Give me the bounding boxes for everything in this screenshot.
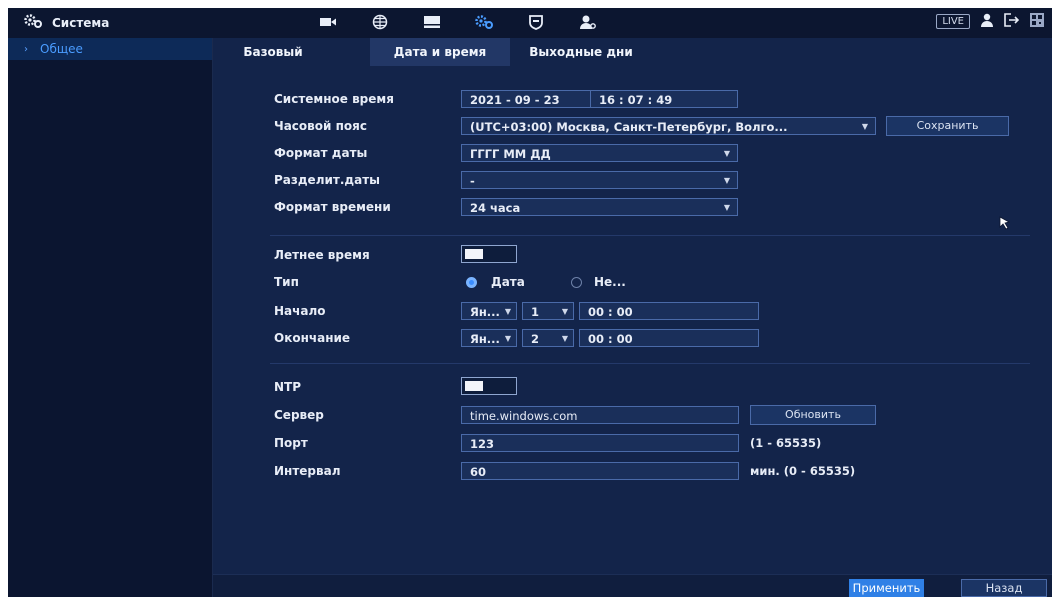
nav-account[interactable] (562, 13, 614, 33)
server-label: Сервер (274, 408, 324, 422)
type-option-date[interactable]: Дата (491, 275, 525, 289)
save-button[interactable]: Сохранить (886, 116, 1009, 136)
gears-icon (24, 14, 42, 31)
mouse-cursor-icon (999, 216, 1011, 233)
port-label: Порт (274, 436, 308, 450)
user-icon[interactable] (980, 13, 994, 30)
nav-storage[interactable] (406, 13, 458, 33)
sidebar-item-label: Общее (40, 42, 83, 56)
back-button[interactable]: Назад (961, 579, 1047, 597)
nav-network[interactable] (354, 13, 406, 33)
brand: Система (24, 14, 109, 31)
end-month-select[interactable]: Ян... ▼ (461, 329, 517, 347)
caret-down-icon: ▼ (561, 307, 568, 316)
caret-down-icon: ▼ (561, 334, 568, 343)
shield-icon (528, 14, 544, 33)
interval-range-hint: мин. (0 - 65535) (750, 464, 856, 478)
timezone-select[interactable]: (UTC+03:00) Москва, Санкт-Петербург, Вол… (461, 117, 876, 135)
port-range-hint: (1 - 65535) (750, 436, 822, 450)
caret-down-icon: ▼ (723, 149, 730, 158)
start-time-field[interactable]: 00 : 00 (579, 302, 759, 320)
nav-system[interactable] (458, 13, 510, 33)
end-month-value: Ян... (470, 332, 500, 346)
storage-icon (423, 15, 441, 32)
end-time-field[interactable]: 00 : 00 (579, 329, 759, 347)
date-separator-value: - (470, 174, 475, 188)
timezone-value: (UTC+03:00) Москва, Санкт-Петербург, Вол… (470, 120, 788, 134)
gears-icon (474, 14, 494, 32)
sidebar: › Общее (8, 38, 213, 597)
start-label: Начало (274, 304, 326, 318)
end-day-value: 2 (531, 332, 540, 346)
toggle-knob (465, 381, 483, 391)
date-format-select[interactable]: ГГГГ ММ ДД ▼ (461, 144, 738, 162)
system-time-label: Системное время (274, 92, 394, 106)
caret-down-icon: ▼ (723, 176, 730, 185)
interval-label: Интервал (274, 464, 341, 478)
page-title: Система (52, 15, 110, 30)
main-content: Базовый Дата и время Выходные дни Систем… (213, 38, 1052, 597)
user-settings-icon (579, 14, 597, 33)
interval-field[interactable]: 60 (461, 462, 739, 480)
nav-camera[interactable] (302, 13, 354, 33)
date-format-value: ГГГГ ММ ДД (470, 147, 551, 161)
top-bar: Система LIVE (8, 8, 1052, 38)
footer: Применить Назад (213, 574, 1052, 597)
top-right-controls: LIVE (936, 13, 1044, 30)
tab-holidays[interactable]: Выходные дни (523, 38, 639, 66)
qr-code-icon[interactable] (1030, 13, 1044, 30)
ntp-label: NTP (274, 380, 302, 394)
globe-icon (372, 14, 388, 33)
end-label: Окончание (274, 331, 351, 345)
start-month-select[interactable]: Ян... ▼ (461, 302, 517, 320)
caret-down-icon: ▼ (504, 334, 511, 343)
caret-down-icon: ▼ (504, 307, 511, 316)
date-separator-select[interactable]: - ▼ (461, 171, 738, 189)
live-button[interactable]: LIVE (936, 14, 970, 29)
dst-toggle[interactable] (461, 245, 517, 263)
start-month-value: Ян... (470, 305, 500, 319)
tab-bar: Базовый Дата и время Выходные дни (213, 38, 1052, 66)
update-button[interactable]: Обновить (750, 405, 876, 425)
system-time-field[interactable]: 16 : 07 : 49 (590, 90, 738, 108)
chevron-right-icon: › (24, 43, 28, 55)
type-radio-week[interactable] (571, 277, 582, 288)
start-day-value: 1 (531, 305, 540, 319)
time-format-label: Формат времени (274, 200, 391, 214)
time-format-select[interactable]: 24 часа ▼ (461, 198, 738, 216)
ntp-toggle[interactable] (461, 377, 517, 395)
start-day-select[interactable]: 1 ▼ (522, 302, 574, 320)
system-date-field[interactable]: 2021 - 09 - 23 (461, 90, 591, 108)
type-radio-date[interactable] (466, 277, 477, 288)
camera-icon (319, 16, 337, 31)
server-field[interactable]: time.windows.com (461, 406, 739, 424)
date-format-label: Формат даты (274, 146, 368, 160)
app-window: Система LIVE › Общее Базовый Дата и врем… (8, 8, 1052, 597)
date-separator-label: Разделит.даты (274, 173, 381, 187)
sidebar-item-general[interactable]: › Общее (8, 38, 212, 60)
type-label: Тип (274, 275, 299, 289)
caret-down-icon: ▼ (723, 203, 730, 212)
timezone-label: Часовой пояс (274, 119, 367, 133)
logout-icon[interactable] (1004, 13, 1020, 30)
toggle-knob (465, 249, 483, 259)
nav-security[interactable] (510, 13, 562, 33)
dst-label: Летнее время (274, 248, 370, 262)
end-day-select[interactable]: 2 ▼ (522, 329, 574, 347)
type-option-week[interactable]: Не... (594, 275, 626, 289)
caret-down-icon: ▼ (861, 122, 868, 131)
divider (270, 363, 1030, 364)
time-format-value: 24 часа (470, 201, 521, 215)
apply-button[interactable]: Применить (849, 579, 924, 597)
tab-date-time[interactable]: Дата и время (370, 38, 510, 66)
divider (270, 235, 1030, 236)
port-field[interactable]: 123 (461, 434, 739, 452)
main-nav (302, 13, 614, 33)
tab-basic[interactable]: Базовый (233, 38, 313, 66)
